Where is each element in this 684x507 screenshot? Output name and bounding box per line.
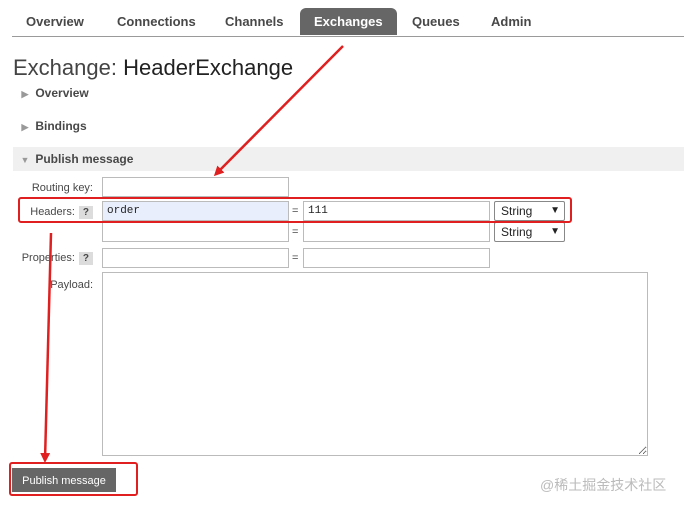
arrow-to-headers (213, 45, 344, 177)
arrow-to-publish (40, 232, 53, 463)
annotation-arrows (40, 45, 344, 463)
watermark: @稀土掘金技术社区 (540, 477, 667, 493)
